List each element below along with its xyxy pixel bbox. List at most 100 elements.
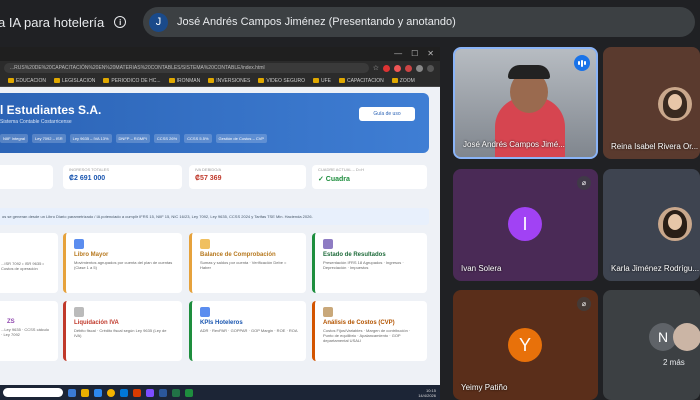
chart-icon — [323, 239, 333, 249]
regulation-chip: Gestión de Costos – CVP — [215, 134, 268, 143]
bookmark-item[interactable]: IRONMAN — [168, 78, 200, 84]
stat-card-iva: IVA DEBIDO/A ₡57 369 — [189, 165, 306, 189]
company-name: l Estudiantes S.A. — [0, 103, 102, 117]
bookmark-item[interactable]: UFE — [313, 78, 331, 84]
minimize-icon[interactable]: — — [394, 50, 402, 58]
extension-icon[interactable] — [416, 64, 423, 72]
office-icon[interactable] — [133, 388, 141, 397]
trend-icon — [200, 307, 210, 317]
edge-icon[interactable] — [120, 388, 128, 397]
app-icon[interactable] — [185, 388, 193, 397]
speaker-hair — [508, 65, 550, 79]
module-card-costos[interactable]: Análisis de Costos (CVP) Costos Fijos/Va… — [312, 301, 427, 361]
bookmarks-bar: EDUCACION LEGISLACION PERIODICO DE HC...… — [0, 75, 440, 87]
module-card[interactable]: ZS ...Ley 9635 · CCSS cálculo · Ley 7092 — [0, 301, 58, 361]
module-card-balance[interactable]: Balance de Comprobación Sumas y saldos p… — [189, 233, 306, 293]
bookmark-item[interactable]: LEGISLACION — [54, 78, 95, 84]
participant-avatar — [658, 207, 692, 241]
bookmark-item[interactable]: INVERSIONES — [208, 78, 250, 84]
participant-avatar: Y — [508, 328, 542, 362]
browser-window-controls: — ☐ ✕ — [0, 47, 440, 61]
module-card[interactable]: ...ISR 7092 • ISR 9635 • Costos de opera… — [0, 233, 58, 293]
address-bar[interactable]: ...RUS%20DE%20CAPACITACIÓN%20EN%20MATERI… — [4, 63, 369, 73]
guide-button[interactable]: Guía de uso — [359, 107, 415, 121]
bookmark-item[interactable]: VIDEO SEGURO — [258, 78, 305, 84]
accounting-app-page: l Estudiantes S.A. Sistema Contable Cost… — [0, 87, 440, 385]
excel-icon[interactable] — [172, 388, 180, 397]
participant-name: Yeimy Patiño — [461, 383, 508, 392]
participant-tile[interactable]: Karla Jiménez Rodrígu... — [603, 169, 700, 281]
regulation-chip: CCSS 5.5% — [184, 134, 212, 143]
participant-tile[interactable]: ⌀ Y Yeimy Patiño — [453, 290, 598, 400]
profile-icon[interactable] — [427, 64, 434, 72]
speaking-indicator-icon — [574, 55, 590, 71]
participant-name: Karla Jiménez Rodrígu... — [611, 264, 700, 273]
extension-icon[interactable] — [405, 64, 412, 72]
bookmark-item[interactable]: EDUCACION — [8, 78, 46, 84]
mail-icon[interactable] — [94, 388, 102, 397]
participant-avatar — [658, 87, 692, 121]
app-icon[interactable] — [68, 388, 76, 397]
folder-icon — [258, 78, 265, 83]
chrome-icon[interactable] — [107, 388, 115, 397]
extension-icon[interactable] — [394, 64, 401, 72]
regulation-chip: CCSS 26% — [153, 134, 181, 143]
ledger-icon — [74, 239, 84, 249]
scale-icon — [200, 239, 210, 249]
taskbar-clock[interactable]: 10:15 14/4/2026 — [418, 388, 436, 398]
module-card-resultados[interactable]: Estado de Resultados Presentación IFRS 1… — [312, 233, 427, 293]
meeting-title: a IA para hotelería — [0, 14, 105, 30]
maximize-icon[interactable]: ☐ — [411, 50, 418, 58]
info-icon[interactable]: i — [114, 16, 127, 28]
presenter-avatar: J — [149, 12, 168, 32]
bookmark-item[interactable]: PERIODICO DE HC... — [103, 78, 161, 84]
participant-avatar: I — [508, 207, 542, 241]
meeting-topbar: a IA para hotelería i J José Andrés Camp… — [0, 0, 700, 44]
regulation-chips: NIIF Integral Ley 7092 – ISR Ley 9635 – … — [0, 134, 268, 143]
participant-name: Ivan Solera — [461, 264, 502, 273]
close-icon[interactable]: ✕ — [427, 50, 434, 58]
vscode-icon[interactable] — [146, 388, 154, 397]
mic-off-icon: ⌀ — [577, 297, 591, 311]
taskbar-search[interactable] — [3, 388, 63, 397]
folder-icon[interactable] — [81, 388, 89, 397]
word-icon[interactable] — [159, 388, 167, 397]
mic-off-icon: ⌀ — [577, 176, 591, 190]
info-notice: os se generan desde un Libro Diario para… — [0, 208, 429, 225]
participant-name: José Andrés Campos Jimé... — [463, 140, 565, 149]
presenter-banner[interactable]: J José Andrés Campos Jiménez (Presentand… — [143, 7, 695, 37]
folder-icon — [8, 78, 14, 83]
bookmark-item[interactable]: ZOOM — [391, 78, 415, 84]
module-card-iva[interactable]: Liquidación IVA Débito fiscal · Crédito … — [63, 301, 182, 361]
module-card-libro-mayor[interactable]: Libro Mayor Movimientos agrupados por cu… — [63, 233, 182, 293]
participant-tile[interactable]: Reina Isabel Rivera Or... — [603, 47, 700, 159]
more-count-label: 2 más — [663, 358, 685, 367]
document-icon — [74, 307, 84, 317]
company-header: l Estudiantes S.A. Sistema Contable Cost… — [0, 93, 429, 153]
regulation-chip: DNFP – RGMPI — [115, 134, 150, 143]
stat-card-balance: CUADRE ACTUAL – D=H ✓ Cuadra — [312, 165, 427, 189]
folder-icon — [168, 78, 175, 83]
module-card-kpis[interactable]: KPIs Hoteleros ADR · RevPAR · GOPPAR · G… — [189, 301, 306, 361]
participant-tile[interactable]: ⌀ I Ivan Solera — [453, 169, 598, 281]
folder-icon — [103, 78, 110, 83]
participant-tile-active-speaker[interactable]: José Andrés Campos Jimé... — [453, 47, 598, 159]
windows-taskbar: 10:15 14/4/2026 — [0, 385, 440, 400]
regulation-chip: Ley 7092 – ISR — [32, 134, 66, 143]
stat-card — [0, 165, 53, 189]
bookmark-item[interactable]: CAPACITACION — [339, 78, 384, 84]
extension-icon[interactable] — [383, 64, 390, 72]
star-icon[interactable]: ☆ — [373, 64, 379, 72]
participant-avatar — [673, 323, 700, 351]
regulation-chip: NIIF Integral — [0, 134, 29, 143]
cost-icon — [323, 307, 333, 317]
regulation-chip: Ley 9635 – IVA 13% — [69, 134, 112, 143]
stat-card-income: INGRESOS TOTALES ₡2 691 000 — [63, 165, 182, 189]
folder-icon — [339, 78, 345, 83]
browser-toolbar: ...RUS%20DE%20CAPACITACIÓN%20EN%20MATERI… — [0, 61, 440, 75]
folder-icon — [54, 78, 61, 83]
presenter-label: José Andrés Campos Jiménez (Presentando … — [177, 16, 456, 28]
more-participants-tile[interactable]: N 2 más — [603, 290, 700, 400]
folder-icon — [391, 78, 398, 83]
folder-icon — [208, 78, 215, 83]
